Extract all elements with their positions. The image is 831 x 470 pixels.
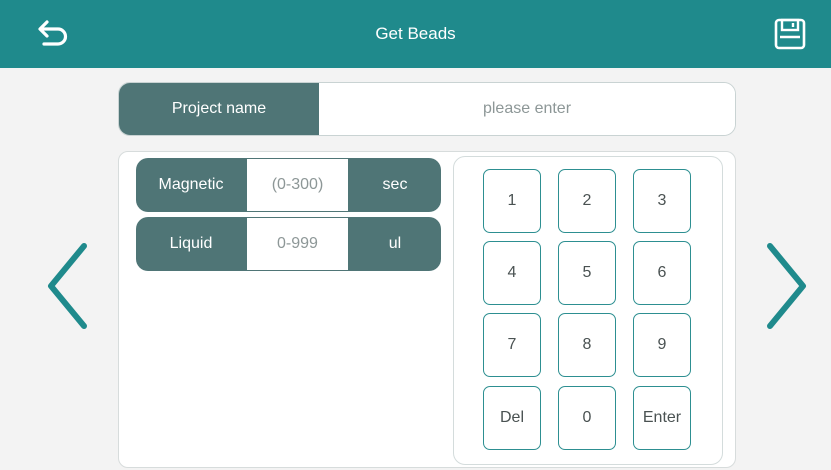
key-7[interactable]: 7 [483, 313, 541, 377]
delete-key[interactable]: Del [483, 386, 541, 450]
chevron-left-icon [48, 243, 87, 329]
key-4[interactable]: 4 [483, 241, 541, 305]
liquid-unit: ul [388, 235, 402, 252]
magnetic-unit: sec [382, 176, 408, 193]
liquid-volume-input[interactable] [246, 217, 349, 271]
key-0[interactable]: 0 [558, 386, 616, 450]
save-icon [774, 18, 806, 50]
key-3[interactable]: 3 [633, 169, 691, 233]
project-name-label: Project name [119, 83, 319, 135]
back-arrow-icon [38, 20, 68, 46]
project-name-input[interactable] [319, 83, 735, 135]
key-8[interactable]: 8 [558, 313, 616, 377]
key-5[interactable]: 5 [558, 241, 616, 305]
key-1[interactable]: 1 [483, 169, 541, 233]
previous-step-button[interactable] [44, 240, 92, 332]
liquid-label: Liquid [169, 235, 213, 252]
page-title: Get Beads [375, 24, 456, 43]
project-name-row: Project name [118, 82, 736, 136]
back-button[interactable] [36, 18, 72, 50]
key-9[interactable]: 9 [633, 313, 691, 377]
liquid-row: Liquid ul [136, 217, 441, 271]
magnetic-label: Magnetic [158, 176, 224, 193]
magnetic-row: Magnetic sec [136, 158, 441, 212]
next-step-button[interactable] [762, 240, 810, 332]
chevron-right-icon [767, 243, 806, 329]
key-2[interactable]: 2 [558, 169, 616, 233]
enter-key[interactable]: Enter [633, 386, 691, 450]
key-6[interactable]: 6 [633, 241, 691, 305]
magnetic-time-input[interactable] [246, 158, 349, 212]
top-bar: Get Beads [0, 0, 831, 68]
save-button[interactable] [773, 17, 807, 51]
